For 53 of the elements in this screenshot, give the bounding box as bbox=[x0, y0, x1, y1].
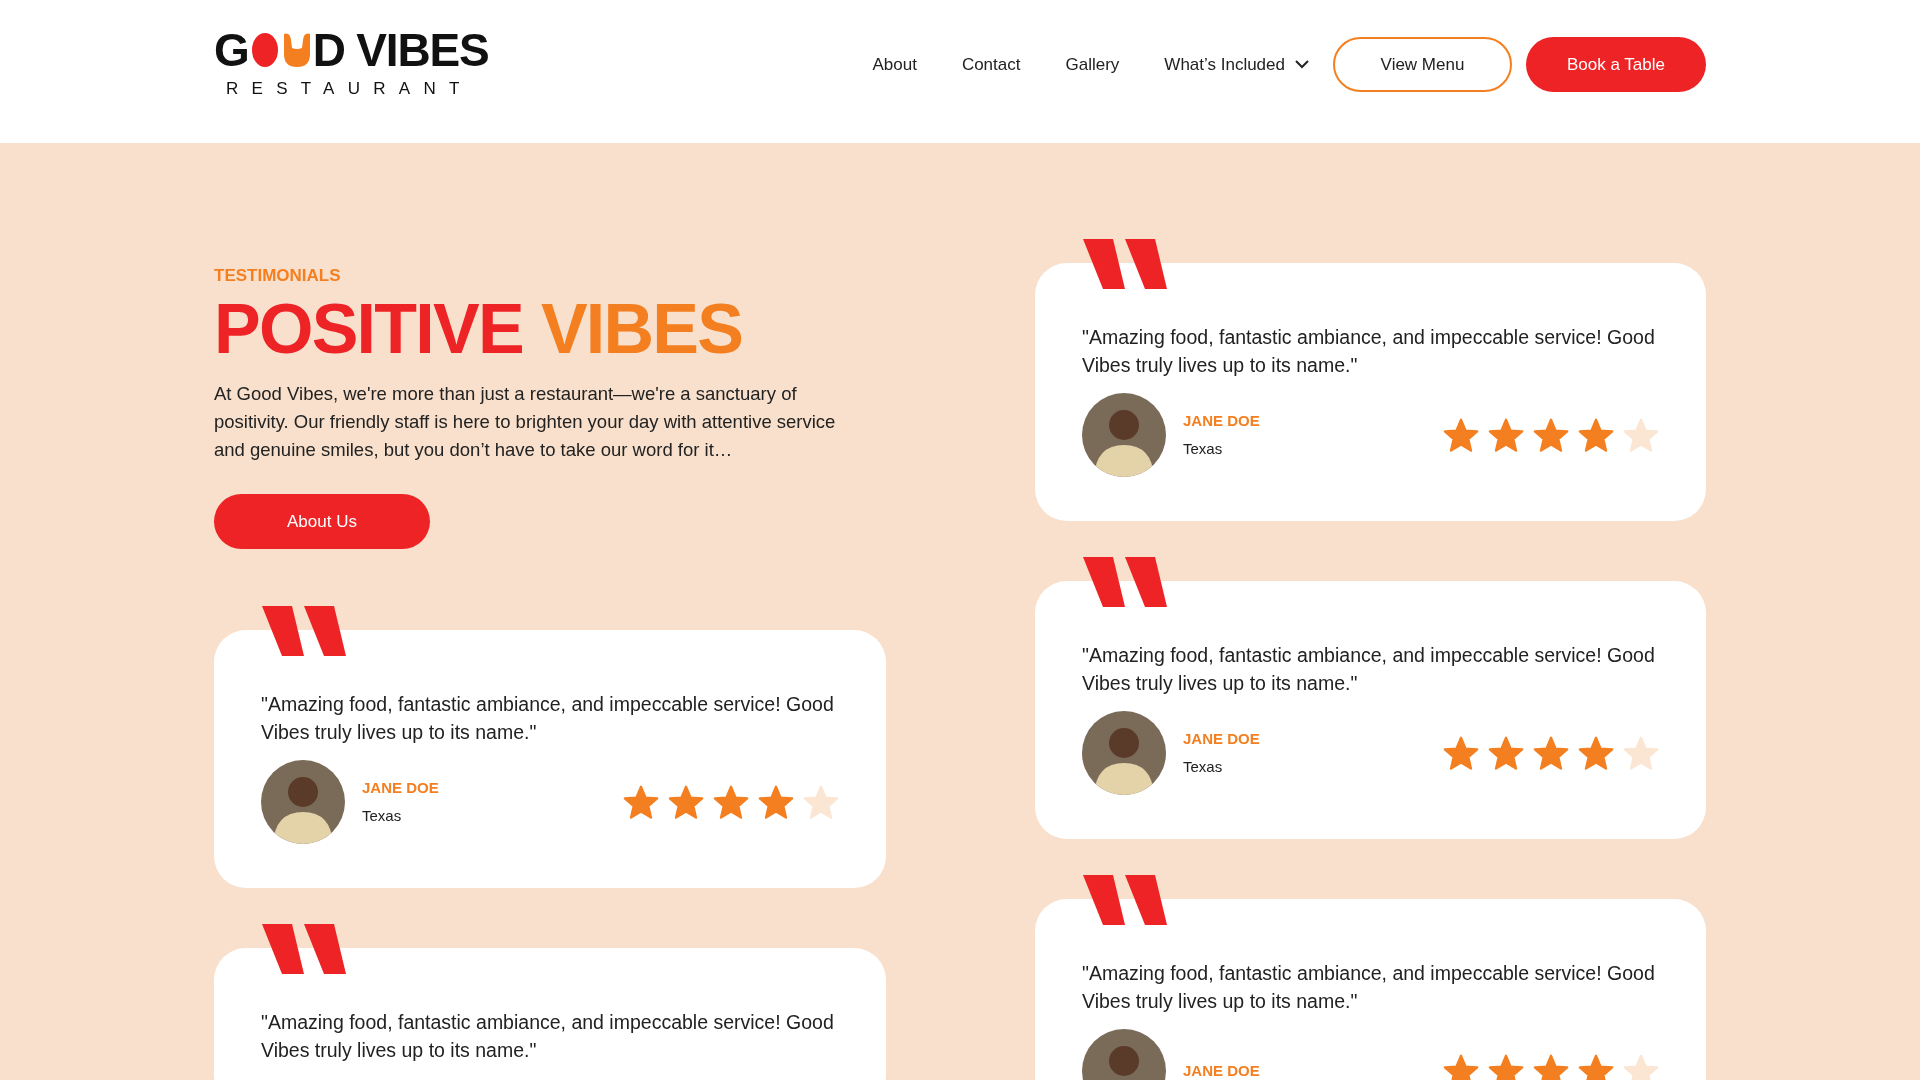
quote-mark-icon bbox=[1083, 239, 1167, 289]
reviewer-name: JANE DOE bbox=[1183, 729, 1260, 749]
star-filled-icon bbox=[1578, 735, 1614, 771]
star-filled-icon bbox=[1443, 417, 1479, 453]
star-filled-icon bbox=[1578, 417, 1614, 453]
testimonial-quote: "Amazing food, fantastic ambiance, and impeccable service! Good Vibes truly lives up to its name." bbox=[1082, 325, 1656, 378]
reviewer-location: Texas bbox=[1183, 438, 1224, 459]
quote-mark-icon bbox=[262, 924, 346, 974]
star-empty-icon bbox=[1623, 1053, 1659, 1080]
logo-tooth-icon bbox=[281, 31, 312, 68]
star-filled-icon bbox=[1533, 417, 1569, 453]
quote-mark-icon bbox=[1083, 557, 1167, 607]
testimonial-quote: "Amazing food, fantastic ambiance, and impeccable service! Good Vibes truly lives up to its name." bbox=[261, 1010, 835, 1063]
star-filled-icon bbox=[1488, 735, 1524, 771]
quote-mark-icon bbox=[262, 606, 346, 656]
heading-text: VIBES bbox=[540, 294, 743, 364]
star-empty-icon bbox=[803, 784, 839, 820]
star-filled-icon bbox=[1443, 1053, 1479, 1080]
nav-link[interactable]: About bbox=[872, 51, 917, 78]
star-filled-icon bbox=[713, 784, 749, 820]
star-empty-icon bbox=[1623, 735, 1659, 771]
star-filled-icon bbox=[1533, 1053, 1569, 1080]
view-menu-button[interactable]: View Menu bbox=[1333, 37, 1512, 92]
intro-paragraph: At Good Vibes, we're more than just a restaurant—we're a sanctuary of positivity. Our friendly staff is here to brighten your day with attentive service and genuine smiles, but you don’t have to take our word for it… bbox=[214, 382, 837, 462]
reviewer-name: JANE DOE bbox=[1183, 411, 1260, 431]
reviewer-location: Texas bbox=[362, 805, 403, 826]
reviewer-name: JANE DOE bbox=[362, 778, 439, 798]
reviewer-name: JANE DOE bbox=[1183, 1060, 1260, 1080]
about-us-button[interactable]: About Us bbox=[214, 494, 430, 549]
star-filled-icon bbox=[1443, 735, 1479, 771]
nav-link[interactable]: What’s Included bbox=[1164, 51, 1309, 78]
reviewer-location: Texas bbox=[1183, 756, 1224, 777]
quote-mark-icon bbox=[1083, 875, 1167, 925]
star-filled-icon bbox=[1488, 1053, 1524, 1080]
heading-text: POSITIVE bbox=[214, 294, 523, 364]
nav-link[interactable]: Gallery bbox=[1065, 51, 1120, 78]
star-empty-icon bbox=[1623, 417, 1659, 453]
logo-text: D VIBES bbox=[312, 26, 489, 73]
star-filled-icon bbox=[1488, 417, 1524, 453]
star-filled-icon bbox=[1578, 1053, 1614, 1080]
star-filled-icon bbox=[758, 784, 794, 820]
testimonial-quote: "Amazing food, fantastic ambiance, and impeccable service! Good Vibes truly lives up to its name." bbox=[261, 692, 835, 745]
star-filled-icon bbox=[668, 784, 704, 820]
logo-subtitle: RESTAURANT bbox=[226, 77, 473, 100]
logo-oval-icon bbox=[249, 31, 280, 68]
logo-text: G bbox=[214, 26, 249, 73]
testimonial-quote: "Amazing food, fantastic ambiance, and impeccable service! Good Vibes truly lives up to its name." bbox=[1082, 961, 1656, 1014]
book-table-button[interactable]: Book a Table bbox=[1526, 37, 1706, 92]
star-filled-icon bbox=[623, 784, 659, 820]
section-eyebrow: TESTIMONIALS bbox=[214, 267, 342, 284]
testimonial-quote: "Amazing food, fantastic ambiance, and impeccable service! Good Vibes truly lives up to its name." bbox=[1082, 643, 1656, 696]
nav-link[interactable]: Contact bbox=[961, 51, 1021, 78]
star-filled-icon bbox=[1533, 735, 1569, 771]
